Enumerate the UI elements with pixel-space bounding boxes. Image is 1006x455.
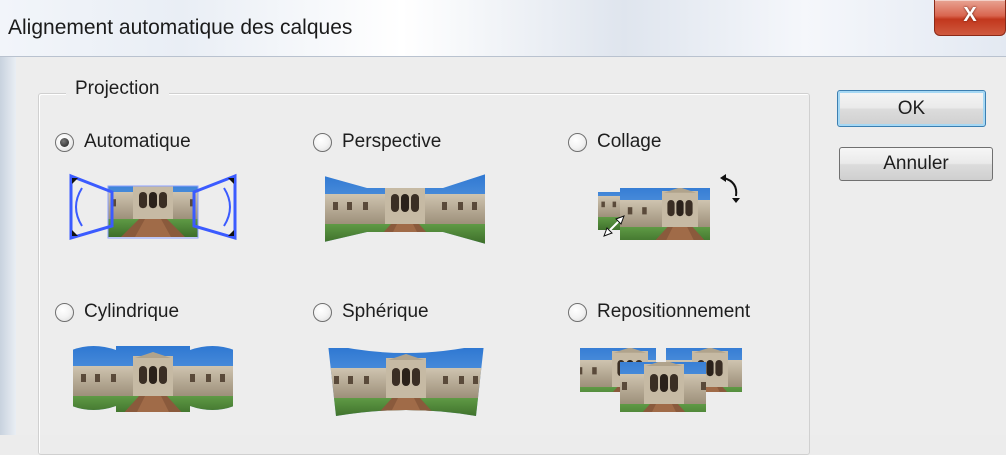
spherique-preview-icon — [328, 348, 484, 416]
title-bar[interactable]: Alignement automatique des calques X — [0, 0, 1006, 57]
option-spherique-label: Sphérique — [342, 301, 429, 322]
option-spherique[interactable]: Sphérique — [313, 301, 429, 323]
option-automatique[interactable]: Automatique — [55, 131, 191, 153]
radio-cylindrique[interactable] — [55, 302, 74, 322]
perspective-preview-icon — [325, 174, 485, 244]
option-repositionnement[interactable]: Repositionnement — [568, 301, 750, 323]
repositionnement-preview-icon — [580, 348, 742, 412]
projection-group-label: Projection — [66, 78, 169, 100]
option-automatique-label: Automatique — [84, 131, 191, 152]
option-perspective[interactable]: Perspective — [313, 131, 441, 153]
collage-preview-icon — [598, 174, 740, 240]
option-repositionnement-label: Repositionnement — [597, 301, 751, 322]
option-cylindrique[interactable]: Cylindrique — [55, 301, 179, 323]
radio-collage[interactable] — [568, 132, 587, 152]
cancel-button[interactable]: Annuler — [839, 147, 993, 181]
window-title: Alignement automatique des calques — [8, 16, 353, 39]
window-frame — [0, 57, 16, 435]
radio-spherique[interactable] — [313, 302, 332, 322]
option-cylindrique-label: Cylindrique — [84, 301, 180, 322]
close-icon: X — [963, 4, 977, 26]
option-collage-label: Collage — [597, 131, 662, 152]
radio-repositionnement[interactable] — [568, 302, 587, 322]
close-button[interactable]: X — [934, 0, 1006, 36]
cylindrique-preview-icon — [73, 346, 233, 412]
radio-perspective[interactable] — [313, 132, 332, 152]
radio-automatique[interactable] — [55, 132, 74, 152]
automatique-preview-icon — [69, 173, 237, 241]
ok-button[interactable]: OK — [837, 90, 986, 127]
option-perspective-label: Perspective — [342, 131, 442, 152]
option-collage[interactable]: Collage — [568, 131, 661, 153]
